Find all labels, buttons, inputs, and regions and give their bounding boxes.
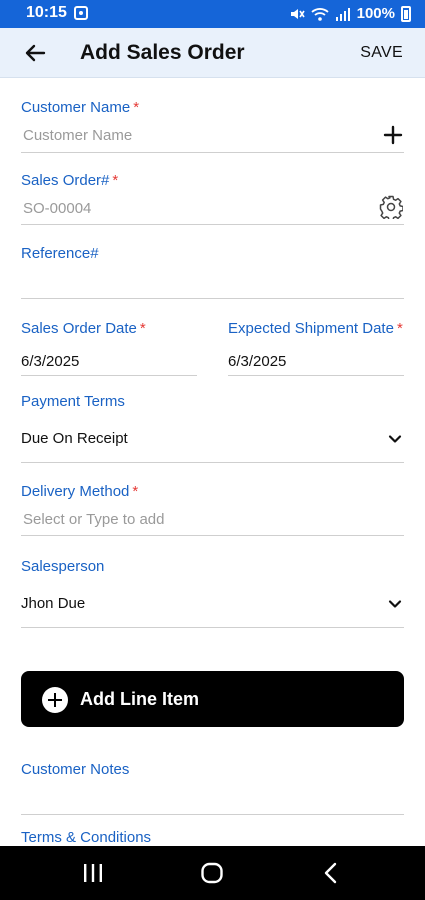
delivery-method-underline xyxy=(21,535,404,536)
system-nav-bar xyxy=(0,846,425,900)
sales-order-number-underline xyxy=(21,224,404,225)
expected-shipment-date-underline xyxy=(228,375,404,376)
battery-icon xyxy=(401,5,411,22)
customer-notes-underline xyxy=(21,814,404,815)
payment-terms-select[interactable]: Due On Receipt xyxy=(21,430,128,447)
add-customer-icon[interactable] xyxy=(383,125,403,145)
add-circle-icon xyxy=(42,687,68,713)
status-time: 10:15 xyxy=(26,4,67,21)
customer-name-underline xyxy=(21,152,404,153)
sales-order-number-input[interactable]: SO-00004 xyxy=(23,200,91,217)
salesperson-underline xyxy=(21,627,404,628)
chevron-down-icon[interactable] xyxy=(387,596,403,612)
gear-icon[interactable] xyxy=(379,195,403,219)
sales-order-number-label: Sales Order# * xyxy=(21,172,119,189)
required-marker: * xyxy=(139,320,146,337)
save-button[interactable]: SAVE xyxy=(360,44,403,62)
salesperson-label: Salesperson xyxy=(21,558,105,575)
sales-order-date-field[interactable]: 6/3/2025 xyxy=(21,353,79,370)
page-title: Add Sales Order xyxy=(80,41,245,64)
delivery-method-label: Delivery Method * xyxy=(21,483,139,500)
add-line-item-button[interactable]: Add Line Item xyxy=(21,671,404,727)
app-bar: Add Sales Order SAVE xyxy=(0,28,425,78)
customer-name-label: Customer Name * xyxy=(21,99,140,116)
expected-shipment-date-field[interactable]: 6/3/2025 xyxy=(228,353,286,370)
nav-back-icon[interactable] xyxy=(322,862,340,884)
customer-name-input[interactable]: Customer Name xyxy=(23,127,132,144)
back-arrow-icon[interactable] xyxy=(20,38,50,68)
reference-underline xyxy=(21,298,404,299)
home-icon[interactable] xyxy=(200,862,224,884)
customer-notes-label: Customer Notes xyxy=(21,761,130,778)
required-marker: * xyxy=(133,99,140,116)
required-marker: * xyxy=(112,172,119,189)
reference-input[interactable] xyxy=(21,272,404,296)
add-line-item-label: Add Line Item xyxy=(80,689,200,709)
delivery-method-input[interactable]: Select or Type to add xyxy=(23,511,164,528)
recent-apps-icon[interactable] xyxy=(82,863,104,883)
required-marker: * xyxy=(132,483,139,500)
signal-icon xyxy=(335,7,350,21)
status-icons: 100% xyxy=(289,5,411,22)
payment-terms-label: Payment Terms xyxy=(21,393,125,410)
reference-label: Reference# xyxy=(21,245,99,262)
battery-percent: 100% xyxy=(356,5,395,22)
chevron-down-icon[interactable] xyxy=(387,431,403,447)
sales-order-date-label: Sales Order Date * xyxy=(21,320,146,337)
sales-order-date-underline xyxy=(21,375,197,376)
payment-terms-underline xyxy=(21,462,404,463)
wifi-icon xyxy=(311,7,329,21)
mute-icon xyxy=(290,8,305,19)
terms-conditions-label: Terms & Conditions xyxy=(21,829,152,846)
expected-shipment-date-label: Expected Shipment Date * xyxy=(228,320,403,337)
status-bar: 10:15 100% xyxy=(0,0,425,28)
customer-notes-input[interactable] xyxy=(21,788,404,812)
notification-app-icon xyxy=(74,6,88,20)
salesperson-select[interactable]: Jhon Due xyxy=(21,595,85,612)
required-marker: * xyxy=(396,320,403,337)
